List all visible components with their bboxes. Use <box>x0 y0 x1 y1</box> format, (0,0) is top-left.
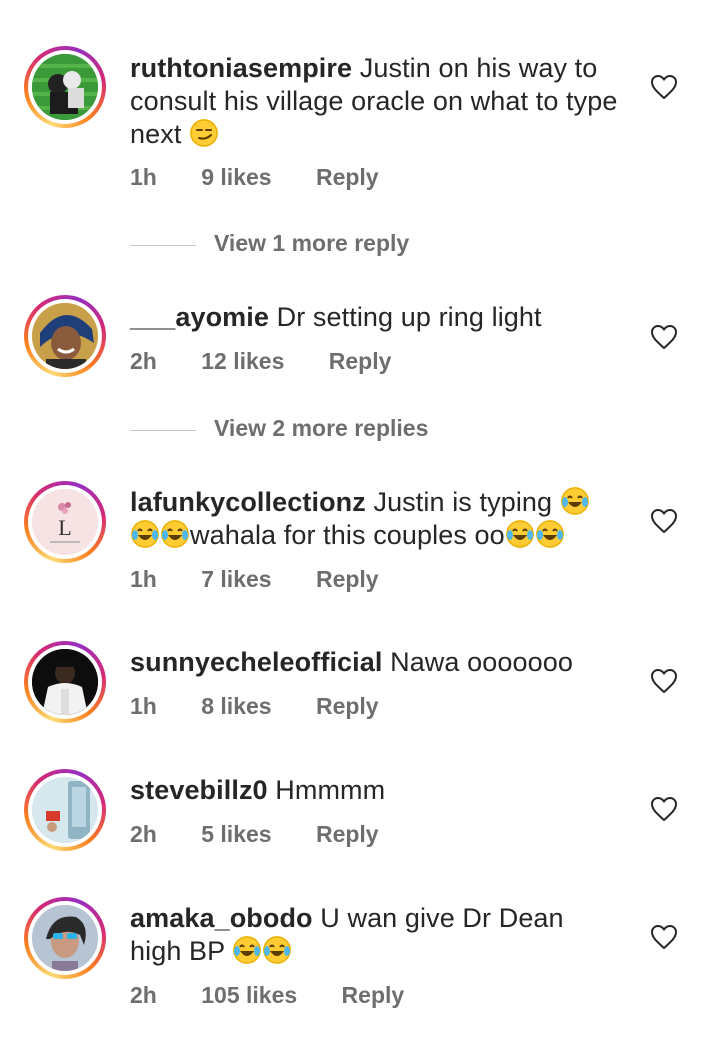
comment-time: 1h <box>130 566 157 592</box>
heart-icon[interactable] <box>650 796 678 822</box>
view-replies-label: View 2 more replies <box>214 415 429 441</box>
comment-likes[interactable]: 12 likes <box>201 348 284 375</box>
avatar[interactable] <box>24 641 106 723</box>
heart-icon[interactable] <box>650 668 678 694</box>
logo-letter: L <box>58 515 71 540</box>
reply-button[interactable]: Reply <box>316 693 379 720</box>
heart-icon[interactable] <box>650 924 678 950</box>
comment-meta: 1h 9 likes Reply <box>130 164 379 191</box>
comment-time: 2h <box>130 348 157 374</box>
reply-button[interactable]: Reply <box>329 348 392 375</box>
comment-likes[interactable]: 5 likes <box>201 821 271 848</box>
comment-time: 2h <box>130 982 157 1008</box>
comment-username[interactable]: amaka_obodo <box>130 903 313 933</box>
reply-button[interactable]: Reply <box>316 164 379 191</box>
avatar[interactable] <box>24 295 106 377</box>
tears-of-joy-emoji <box>263 936 292 964</box>
comment-body: Nawa ooooooo <box>390 647 573 677</box>
comment-username[interactable]: lafunkycollectionz <box>130 487 366 517</box>
comment-likes[interactable]: 9 likes <box>201 164 271 191</box>
comment-username[interactable]: ___ayomie <box>130 302 269 332</box>
comment-text: lafunkycollectionz Justin is typing waha… <box>130 486 620 552</box>
comment-meta: 2h 105 likes Reply <box>130 982 404 1009</box>
comment-username[interactable]: sunnyecheleofficial <box>130 647 382 677</box>
reply-button[interactable]: Reply <box>316 566 379 593</box>
comment-time: 2h <box>130 821 157 847</box>
avatar[interactable] <box>24 769 106 851</box>
heart-icon[interactable] <box>650 324 678 350</box>
divider <box>130 245 196 246</box>
avatar[interactable] <box>24 897 106 979</box>
tears-of-joy-emoji <box>233 936 262 964</box>
tears-of-joy-emoji <box>505 520 534 548</box>
comment-text: ruthtoniasempire Justin on his way to co… <box>130 52 620 151</box>
divider <box>130 430 196 431</box>
reply-button[interactable]: Reply <box>342 982 405 1009</box>
comment-meta: 1h 7 likes Reply <box>130 566 379 593</box>
comment-time: 1h <box>130 693 157 719</box>
comment-text: stevebillz0 Hmmmm <box>130 774 620 807</box>
comment-likes[interactable]: 105 likes <box>201 982 297 1009</box>
heart-icon[interactable] <box>650 508 678 534</box>
comment-text: sunnyecheleofficial Nawa ooooooo <box>130 646 620 679</box>
comment-meta: 2h 5 likes Reply <box>130 821 379 848</box>
comment-text: ___ayomie Dr setting up ring light <box>130 301 620 334</box>
tears-of-joy-emoji <box>560 487 589 515</box>
tears-of-joy-emoji <box>161 520 189 548</box>
comment-body: Hmmmm <box>275 775 386 805</box>
comment-text: amaka_obodo U wan give Dr Dean high BP <box>130 902 620 968</box>
comment-likes[interactable]: 8 likes <box>201 693 271 720</box>
reply-button[interactable]: Reply <box>316 821 379 848</box>
comment-body: Justin is typing <box>373 487 553 517</box>
comment-username[interactable]: stevebillz0 <box>130 775 268 805</box>
comment-body-cont: wahala for this couples oo <box>190 520 505 550</box>
comment-time: 1h <box>130 164 157 190</box>
tears-of-joy-emoji <box>131 520 159 548</box>
comment-username[interactable]: ruthtoniasempire <box>130 53 352 83</box>
comment-body: Dr setting up ring light <box>276 302 542 332</box>
comment-meta: 2h 12 likes Reply <box>130 348 391 375</box>
view-replies-label: View 1 more reply <box>214 230 410 256</box>
smirk-emoji <box>190 119 219 147</box>
avatar[interactable] <box>24 46 106 128</box>
comment-likes[interactable]: 7 likes <box>201 566 271 593</box>
comment-meta: 1h 8 likes Reply <box>130 693 379 720</box>
avatar[interactable]: L <box>24 481 106 563</box>
tears-of-joy-emoji <box>535 520 564 548</box>
heart-icon[interactable] <box>650 74 678 100</box>
